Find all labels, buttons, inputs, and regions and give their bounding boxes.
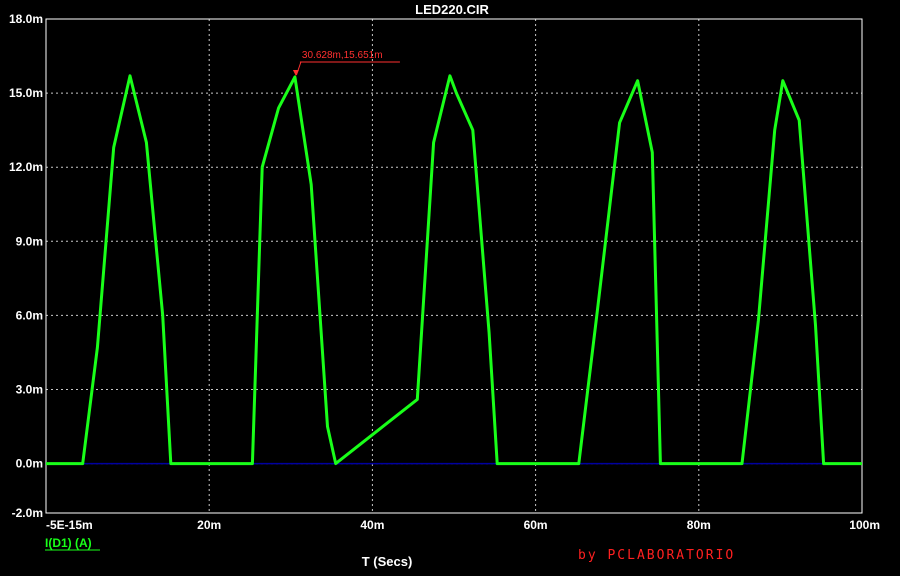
x-axis-label: T (Secs)	[362, 554, 413, 569]
y-tick-label: 0.0m	[16, 457, 43, 471]
y-tick-label: 3.0m	[16, 383, 43, 397]
credit-text: by PCLABORATORIO	[578, 548, 735, 563]
chart: LED220.CIR 18.0m 15.0m 12.0m 9.0m 6.0m 3.0m 0.…	[0, 0, 900, 576]
x-tick-label: 80m	[687, 518, 711, 532]
y-tick-label: 9.0m	[16, 234, 43, 248]
x-tick-label: 20m	[197, 518, 221, 532]
y-tick-label: 15.0m	[9, 86, 43, 100]
legend-entry: I(D1) (A)	[45, 536, 92, 550]
x-tick-label: 100m	[849, 518, 880, 532]
y-tick-label: 18.0m	[9, 12, 43, 26]
annotation-label: 30.628m,15.651m	[302, 50, 383, 61]
x-tick-label: 60m	[524, 518, 548, 532]
y-tick-label: 12.0m	[9, 160, 43, 174]
x-tick-label: 40m	[360, 518, 384, 532]
chart-title: LED220.CIR	[415, 2, 489, 17]
y-tick-label: 6.0m	[16, 308, 43, 322]
y-tick-label: -2.0m	[12, 506, 43, 520]
x-tick-label: -5E-15m	[46, 518, 93, 532]
background	[0, 0, 900, 576]
